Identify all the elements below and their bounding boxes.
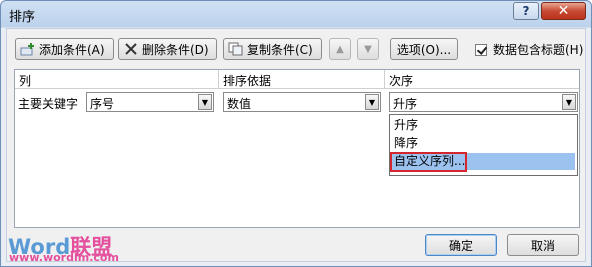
order-select[interactable]: 升序 ▼ [389, 92, 578, 112]
primary-key-label: 主要关键字 [18, 97, 79, 111]
help-button[interactable]: ? [513, 2, 539, 20]
add-condition-label: 添加条件(A) [39, 42, 105, 57]
header-checkbox-label: 数据包含标题(H) [493, 43, 584, 57]
dialog-content: 添加条件(A) 删除条件(D) 复制条件(C) ▲ ▼ 选项(O)... 数据包… [6, 28, 586, 262]
move-up-button[interactable]: ▲ [329, 38, 351, 60]
copy-condition-icon [228, 42, 244, 56]
column-select[interactable]: 序号 ▼ [86, 92, 214, 112]
column-header-order: 次序 [389, 74, 414, 88]
column-select-value: 序号 [90, 97, 115, 111]
order-dropdown-list: 升序 降序 自定义序列... [389, 114, 578, 176]
title-bar: 排序 ? ✕ [1, 1, 591, 27]
move-up-icon: ▲ [336, 43, 344, 55]
add-condition-button[interactable]: 添加条件(A) [15, 38, 114, 60]
sort-on-select[interactable]: 数值 ▼ [223, 92, 381, 112]
copy-condition-button[interactable]: 复制条件(C) [223, 38, 322, 60]
dropdown-arrow-icon[interactable]: ▼ [365, 94, 379, 110]
column-separator [218, 70, 219, 88]
ok-button[interactable]: 确定 [425, 234, 497, 256]
close-button[interactable]: ✕ [541, 2, 586, 20]
add-condition-icon [20, 42, 36, 56]
sort-dialog: 排序 ? ✕ 添加条件(A) 删除条件(D) 复制条件(C) ▲ ▼ 选项(O)… [0, 0, 592, 267]
order-option-descending[interactable]: 降序 [392, 135, 575, 152]
delete-condition-icon [123, 42, 139, 56]
copy-condition-label: 复制条件(C) [247, 42, 313, 57]
sort-on-select-value: 数值 [227, 97, 252, 111]
order-option-ascending[interactable]: 升序 [392, 117, 575, 134]
cancel-button[interactable]: 取消 [507, 234, 579, 256]
column-header-column: 列 [19, 74, 32, 88]
sort-condition-row[interactable]: 主要关键字 序号 ▼ 数值 ▼ 升序 ▼ [15, 89, 579, 115]
header-checkbox-group[interactable]: 数据包含标题(H) [475, 41, 583, 58]
order-select-value: 升序 [393, 97, 418, 111]
column-header-sort-on: 排序依据 [223, 74, 272, 88]
sort-conditions-grid: 列 排序依据 次序 主要关键字 序号 ▼ 数值 ▼ 升序 ▼ 升序 降序 自定义… [14, 69, 580, 228]
move-down-button[interactable]: ▼ [357, 38, 379, 60]
dropdown-arrow-icon[interactable]: ▼ [198, 94, 212, 110]
delete-condition-label: 删除条件(D) [142, 42, 209, 57]
header-checkbox[interactable] [475, 43, 487, 56]
options-button[interactable]: 选项(O)... [390, 38, 458, 60]
watermark-url: www.wordlm.com [9, 251, 119, 264]
dialog-title: 排序 [9, 10, 36, 25]
dropdown-arrow-icon[interactable]: ▼ [562, 94, 576, 110]
move-down-icon: ▼ [364, 43, 372, 55]
grid-header: 列 排序依据 次序 [15, 70, 579, 89]
highlight-box [390, 152, 467, 172]
column-separator [384, 70, 385, 88]
delete-condition-button[interactable]: 删除条件(D) [118, 38, 217, 60]
